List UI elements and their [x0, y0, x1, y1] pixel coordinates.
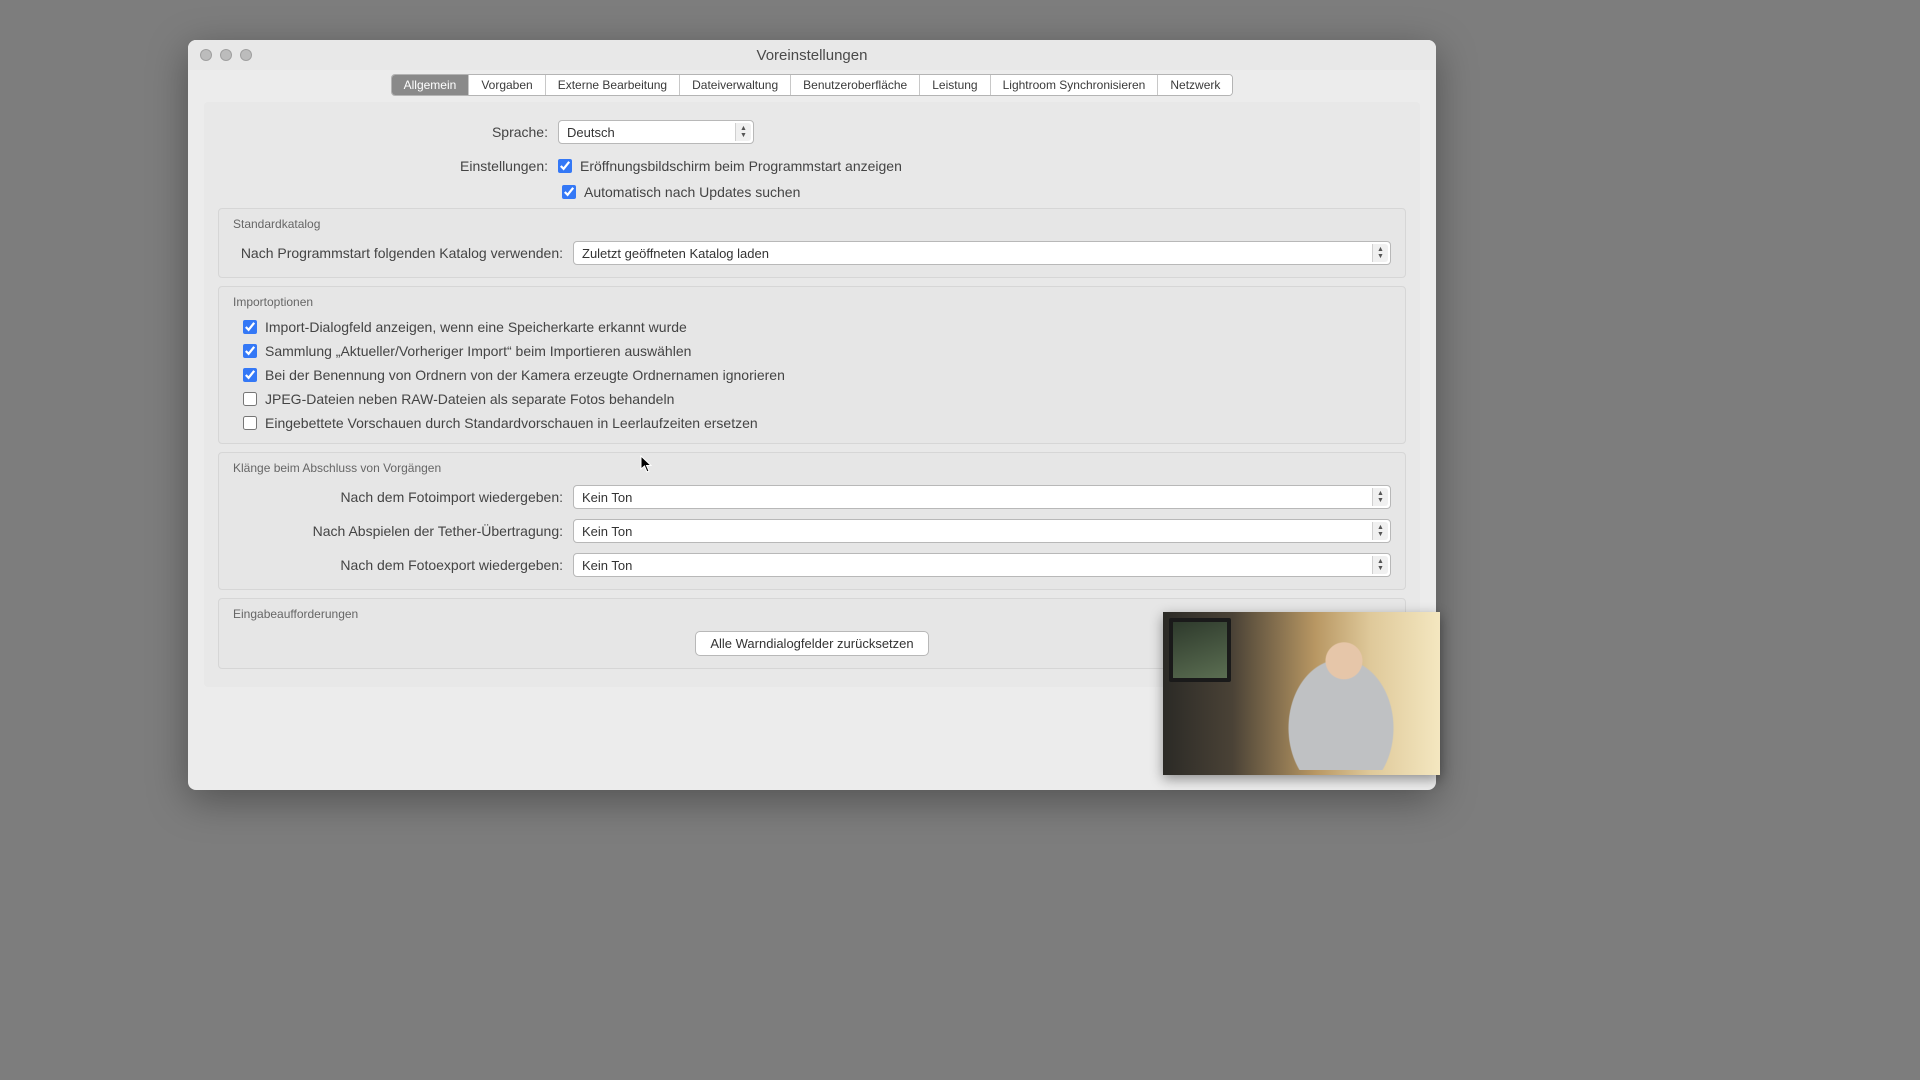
tab-externe-bearbeitung[interactable]: Externe Bearbeitung: [546, 75, 680, 95]
tab-allgemein[interactable]: Allgemein: [392, 75, 470, 95]
sound1-value: Kein Ton: [582, 490, 632, 505]
tab-benutzeroberflaeche[interactable]: Benutzeroberfläche: [791, 75, 920, 95]
video-pip-overlay: [1163, 612, 1440, 775]
sounds-title: Klänge beim Abschluss von Vorgängen: [233, 461, 1391, 475]
show-splash-checkbox[interactable]: [558, 159, 572, 173]
presenter-figure: [1266, 630, 1416, 770]
language-label: Sprache:: [218, 124, 558, 140]
group-klaenge: Klänge beim Abschluss von Vorgängen Nach…: [218, 452, 1406, 590]
updown-icon: ▲▼: [1372, 488, 1388, 506]
sound3-value: Kein Ton: [582, 558, 632, 573]
language-dropdown[interactable]: Deutsch ▲▼: [558, 120, 754, 144]
tab-dateiverwaltung[interactable]: Dateiverwaltung: [680, 75, 791, 95]
tab-lightroom-sync[interactable]: Lightroom Synchronisieren: [991, 75, 1159, 95]
window-title: Voreinstellungen: [188, 47, 1436, 64]
import-opt1-label: Import-Dialogfeld anzeigen, wenn eine Sp…: [265, 319, 687, 335]
updown-icon: ▲▼: [1372, 556, 1388, 574]
sound2-dropdown[interactable]: Kein Ton ▲▼: [573, 519, 1391, 543]
settings-label: Einstellungen:: [218, 158, 558, 174]
tabs-row: Allgemein Vorgaben Externe Bearbeitung D…: [188, 70, 1436, 96]
group-standardkatalog: Standardkatalog Nach Programmstart folge…: [218, 208, 1406, 278]
sound1-label: Nach dem Fotoimport wiedergeben:: [233, 489, 573, 505]
sound2-label: Nach Abspielen der Tether-Übertragung:: [233, 523, 573, 539]
auto-update-checkbox[interactable]: [562, 185, 576, 199]
group-importoptionen: Importoptionen Import-Dialogfeld anzeige…: [218, 286, 1406, 444]
updown-icon: ▲▼: [1372, 522, 1388, 540]
sound3-label: Nach dem Fotoexport wiedergeben:: [233, 557, 573, 573]
import-title: Importoptionen: [233, 295, 1391, 309]
tab-netzwerk[interactable]: Netzwerk: [1158, 75, 1232, 95]
import-opt2-checkbox[interactable]: [243, 344, 257, 358]
show-splash-label: Eröffnungsbildschirm beim Programmstart …: [580, 158, 902, 174]
import-opt5-label: Eingebettete Vorschauen durch Standardvo…: [265, 415, 758, 431]
import-opt1-checkbox[interactable]: [243, 320, 257, 334]
import-opt4-checkbox[interactable]: [243, 392, 257, 406]
language-value: Deutsch: [567, 125, 615, 140]
sound2-value: Kein Ton: [582, 524, 632, 539]
sound1-dropdown[interactable]: Kein Ton ▲▼: [573, 485, 1391, 509]
titlebar: Voreinstellungen: [188, 40, 1436, 70]
auto-update-label: Automatisch nach Updates suchen: [584, 184, 800, 200]
import-opt5-checkbox[interactable]: [243, 416, 257, 430]
catalog-label: Nach Programmstart folgenden Katalog ver…: [233, 245, 573, 261]
reset-warnings-button[interactable]: Alle Warndialogfelder zurücksetzen: [695, 631, 928, 656]
standardkatalog-title: Standardkatalog: [233, 217, 1391, 231]
catalog-dropdown[interactable]: Zuletzt geöffneten Katalog laden ▲▼: [573, 241, 1391, 265]
import-opt3-checkbox[interactable]: [243, 368, 257, 382]
tab-leistung[interactable]: Leistung: [920, 75, 990, 95]
tab-vorgaben[interactable]: Vorgaben: [469, 75, 545, 95]
tab-segmented-control: Allgemein Vorgaben Externe Bearbeitung D…: [391, 74, 1234, 96]
import-opt3-label: Bei der Benennung von Ordnern von der Ka…: [265, 367, 785, 383]
language-row: Sprache: Deutsch ▲▼: [218, 120, 1406, 144]
import-opt2-label: Sammlung „Aktueller/Vorheriger Import“ b…: [265, 343, 691, 359]
sound3-dropdown[interactable]: Kein Ton ▲▼: [573, 553, 1391, 577]
updown-icon: ▲▼: [735, 123, 751, 141]
settings-row-1: Einstellungen: Eröffnungsbildschirm beim…: [218, 158, 1406, 174]
import-opt4-label: JPEG-Dateien neben RAW-Dateien als separ…: [265, 391, 674, 407]
updown-icon: ▲▼: [1372, 244, 1388, 262]
catalog-value: Zuletzt geöffneten Katalog laden: [582, 246, 769, 261]
auto-update-row: Automatisch nach Updates suchen: [562, 184, 1406, 200]
